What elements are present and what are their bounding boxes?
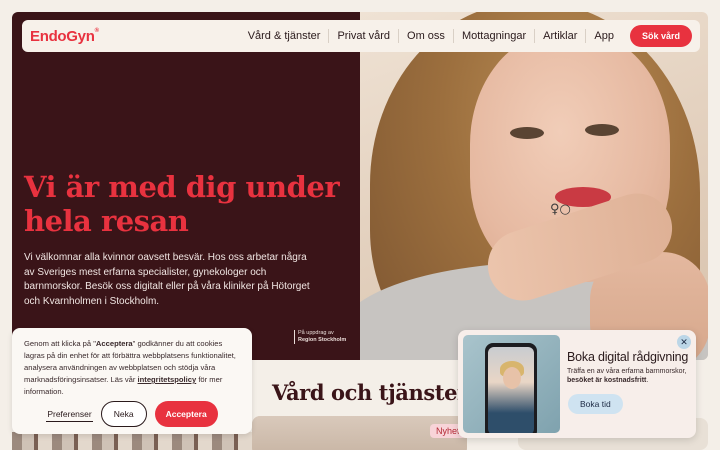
cookie-actions: Preferenser Neka Acceptera [12,401,252,427]
close-icon[interactable]: ✕ [677,335,691,349]
hero-photo: ♀○ [360,12,708,360]
photo-eye [510,127,544,139]
section-title: Vård och tjänster [272,380,468,405]
cookie-accept-button[interactable]: Acceptera [154,401,218,427]
cookie-decline-button[interactable]: Neka [100,401,147,427]
logo[interactable]: EndoGyn® [30,28,99,45]
find-care-button[interactable]: Sök vård [629,25,692,47]
tattoo-symbol: ♀○ [550,202,571,217]
hero-headline: Vi är med dig under hela resan [24,170,340,238]
clinic-photo-strip [12,432,252,450]
nav-link-app[interactable]: App [585,29,622,43]
booking-promo: Boka digital rådgivning Träffa en av vår… [458,330,696,438]
nav-link-mottagningar[interactable]: Mottagningar [452,29,534,43]
nav-links: Vård & tjänster Privat vård Om oss Motta… [240,25,692,47]
cookie-preferences-button[interactable]: Preferenser [46,407,93,422]
top-nav: EndoGyn® Vård & tjänster Privat vård Om … [22,20,700,52]
promo-title: Boka digital rådgivning [567,350,689,364]
cookie-text: Genom att klicka på "Acceptera" godkänne… [24,339,236,396]
nav-link-vard-tjanster[interactable]: Vård & tjänster [240,29,329,43]
region-badge: På uppdrag av Region Stockholm [294,330,346,344]
hero-intro: Vi välkomnar alla kvinnor oavsett besvär… [24,252,310,307]
photo-eye [585,124,619,136]
promo-text: Träffa en av våra erfarna barnmorskor, b… [567,368,687,384]
promo-image [463,335,560,433]
nav-link-artiklar[interactable]: Artiklar [534,29,585,43]
phone-icon [485,343,537,433]
privacy-policy-link[interactable]: integritetspolicy [138,375,197,384]
book-appointment-button[interactable]: Boka tid [568,394,623,414]
cookie-banner: Genom att klicka på "Acceptera" godkänne… [12,328,252,434]
nav-link-om-oss[interactable]: Om oss [398,29,453,43]
nav-link-privat-vard[interactable]: Privat vård [328,29,398,43]
